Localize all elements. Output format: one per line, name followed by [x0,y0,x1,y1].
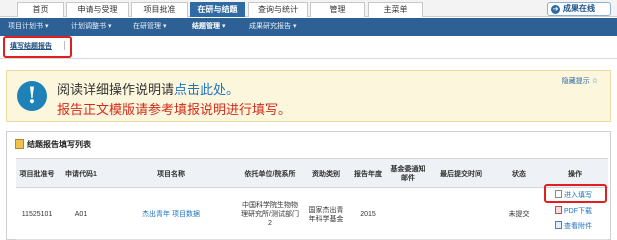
subnav-in-research[interactable]: 在研管理 ▾ [133,18,166,36]
header-notice-mail: 基金委通知邮件 [390,166,426,182]
notice-line-1: 阅读详细操作说明请点击此处。 [57,79,239,98]
highlight-box-breadcrumb [3,36,72,58]
top-nav: 首页 申请与受理 项目批准 在研与结题 查询与统计 管理 主菜单 ➔ 成果在线 [0,0,617,17]
pdf-icon [555,206,562,214]
breadcrumb-underline [0,58,617,59]
results-online-button[interactable]: ➔ 成果在线 [547,2,611,16]
project-name-link[interactable]: 杰出青年 项目数据 [142,210,200,219]
info-exclamation-icon: ! [17,81,47,111]
sub-nav: 项目计划书 ▾ 计划调整书 ▾ 在研管理 ▾ 结题管理 ▾ 成果研究报告 ▾ [0,18,617,36]
tab-query-stats[interactable]: 查询与统计 [248,2,308,17]
cell-institution: 中国科学院生物物理研究所/测试部门2 [241,202,299,227]
view-attachment-label: 查看附件 [564,223,592,230]
instruction-notice: ! 阅读详细操作说明请点击此处。 报告正文模版请参考填报说明进行填写。 隐藏提示… [6,70,611,122]
cell-app-code: A01 [74,211,88,218]
cell-approval-no: 11525101 [21,211,53,218]
table-row: 11525101 A01 杰出青年 项目数据 中国科学院生物物理研究所/测试部门… [16,189,608,240]
subnav-results-report[interactable]: 成果研究报告 ▾ [249,18,296,36]
circle-arrow-icon: ➔ [551,5,560,14]
table-header: 项目批准号 申请代码1 项目名称 依托单位/院系所 资助类别 报告年度 基金委通… [16,158,608,188]
header-approval-no: 项目批准号 [19,170,55,178]
tab-home[interactable]: 首页 [17,2,64,17]
tab-approval[interactable]: 项目批准 [131,2,188,17]
click-here-link[interactable]: 点击此处。 [174,83,239,98]
cell-report-year: 2015 [360,211,376,218]
header-institution: 依托单位/院系所 [244,170,296,178]
subnav-plan[interactable]: 项目计划书 ▾ [8,18,48,36]
panel-title-text: 结题报告填写列表 [27,140,91,149]
header-last-submit: 最后提交时间 [440,170,482,178]
header-status: 状态 [512,170,526,178]
cell-status: 未提交 [508,211,530,218]
notice-line-1-text: 阅读详细操作说明请 [57,83,175,98]
pdf-download-label: PDF下载 [564,208,592,215]
tab-manage[interactable]: 管理 [310,2,365,17]
notice-line-2: 报告正文模版请参考填报说明进行填写。 [57,103,292,118]
view-attachment-link[interactable]: 查看附件 [555,221,592,231]
cell-notice-mail [388,189,428,240]
cell-last-submit [431,189,491,240]
cell-funding-type: 国家杰出青年科学基金 [308,206,344,223]
report-list-icon [15,139,24,149]
tab-main-menu[interactable]: 主菜单 [368,2,423,17]
subnav-completion[interactable]: 结题管理 ▾ [192,18,225,36]
header-report-year: 报告年度 [354,170,382,178]
hide-tip-link[interactable]: 隐藏提示 ☆ [562,76,598,86]
pdf-download-link[interactable]: PDF下载 [555,206,592,216]
header-project-name: 项目名称 [157,170,185,178]
highlight-box-enter-fill [544,184,607,203]
header-funding-type: 资助类别 [312,170,340,178]
results-online-label: 成果在线 [563,4,595,13]
header-app-code: 申请代码1 [65,170,97,178]
tab-research-completion[interactable]: 在研与结题 [190,2,245,17]
subnav-plan-adjust[interactable]: 计划调整书 ▾ [71,18,111,36]
view-attachment-icon [555,221,562,229]
panel-title: 结题报告填写列表 [15,139,91,150]
tab-apply[interactable]: 申请与受理 [66,2,129,17]
cell-project-name: 杰出青年 项目数据 [106,189,236,240]
